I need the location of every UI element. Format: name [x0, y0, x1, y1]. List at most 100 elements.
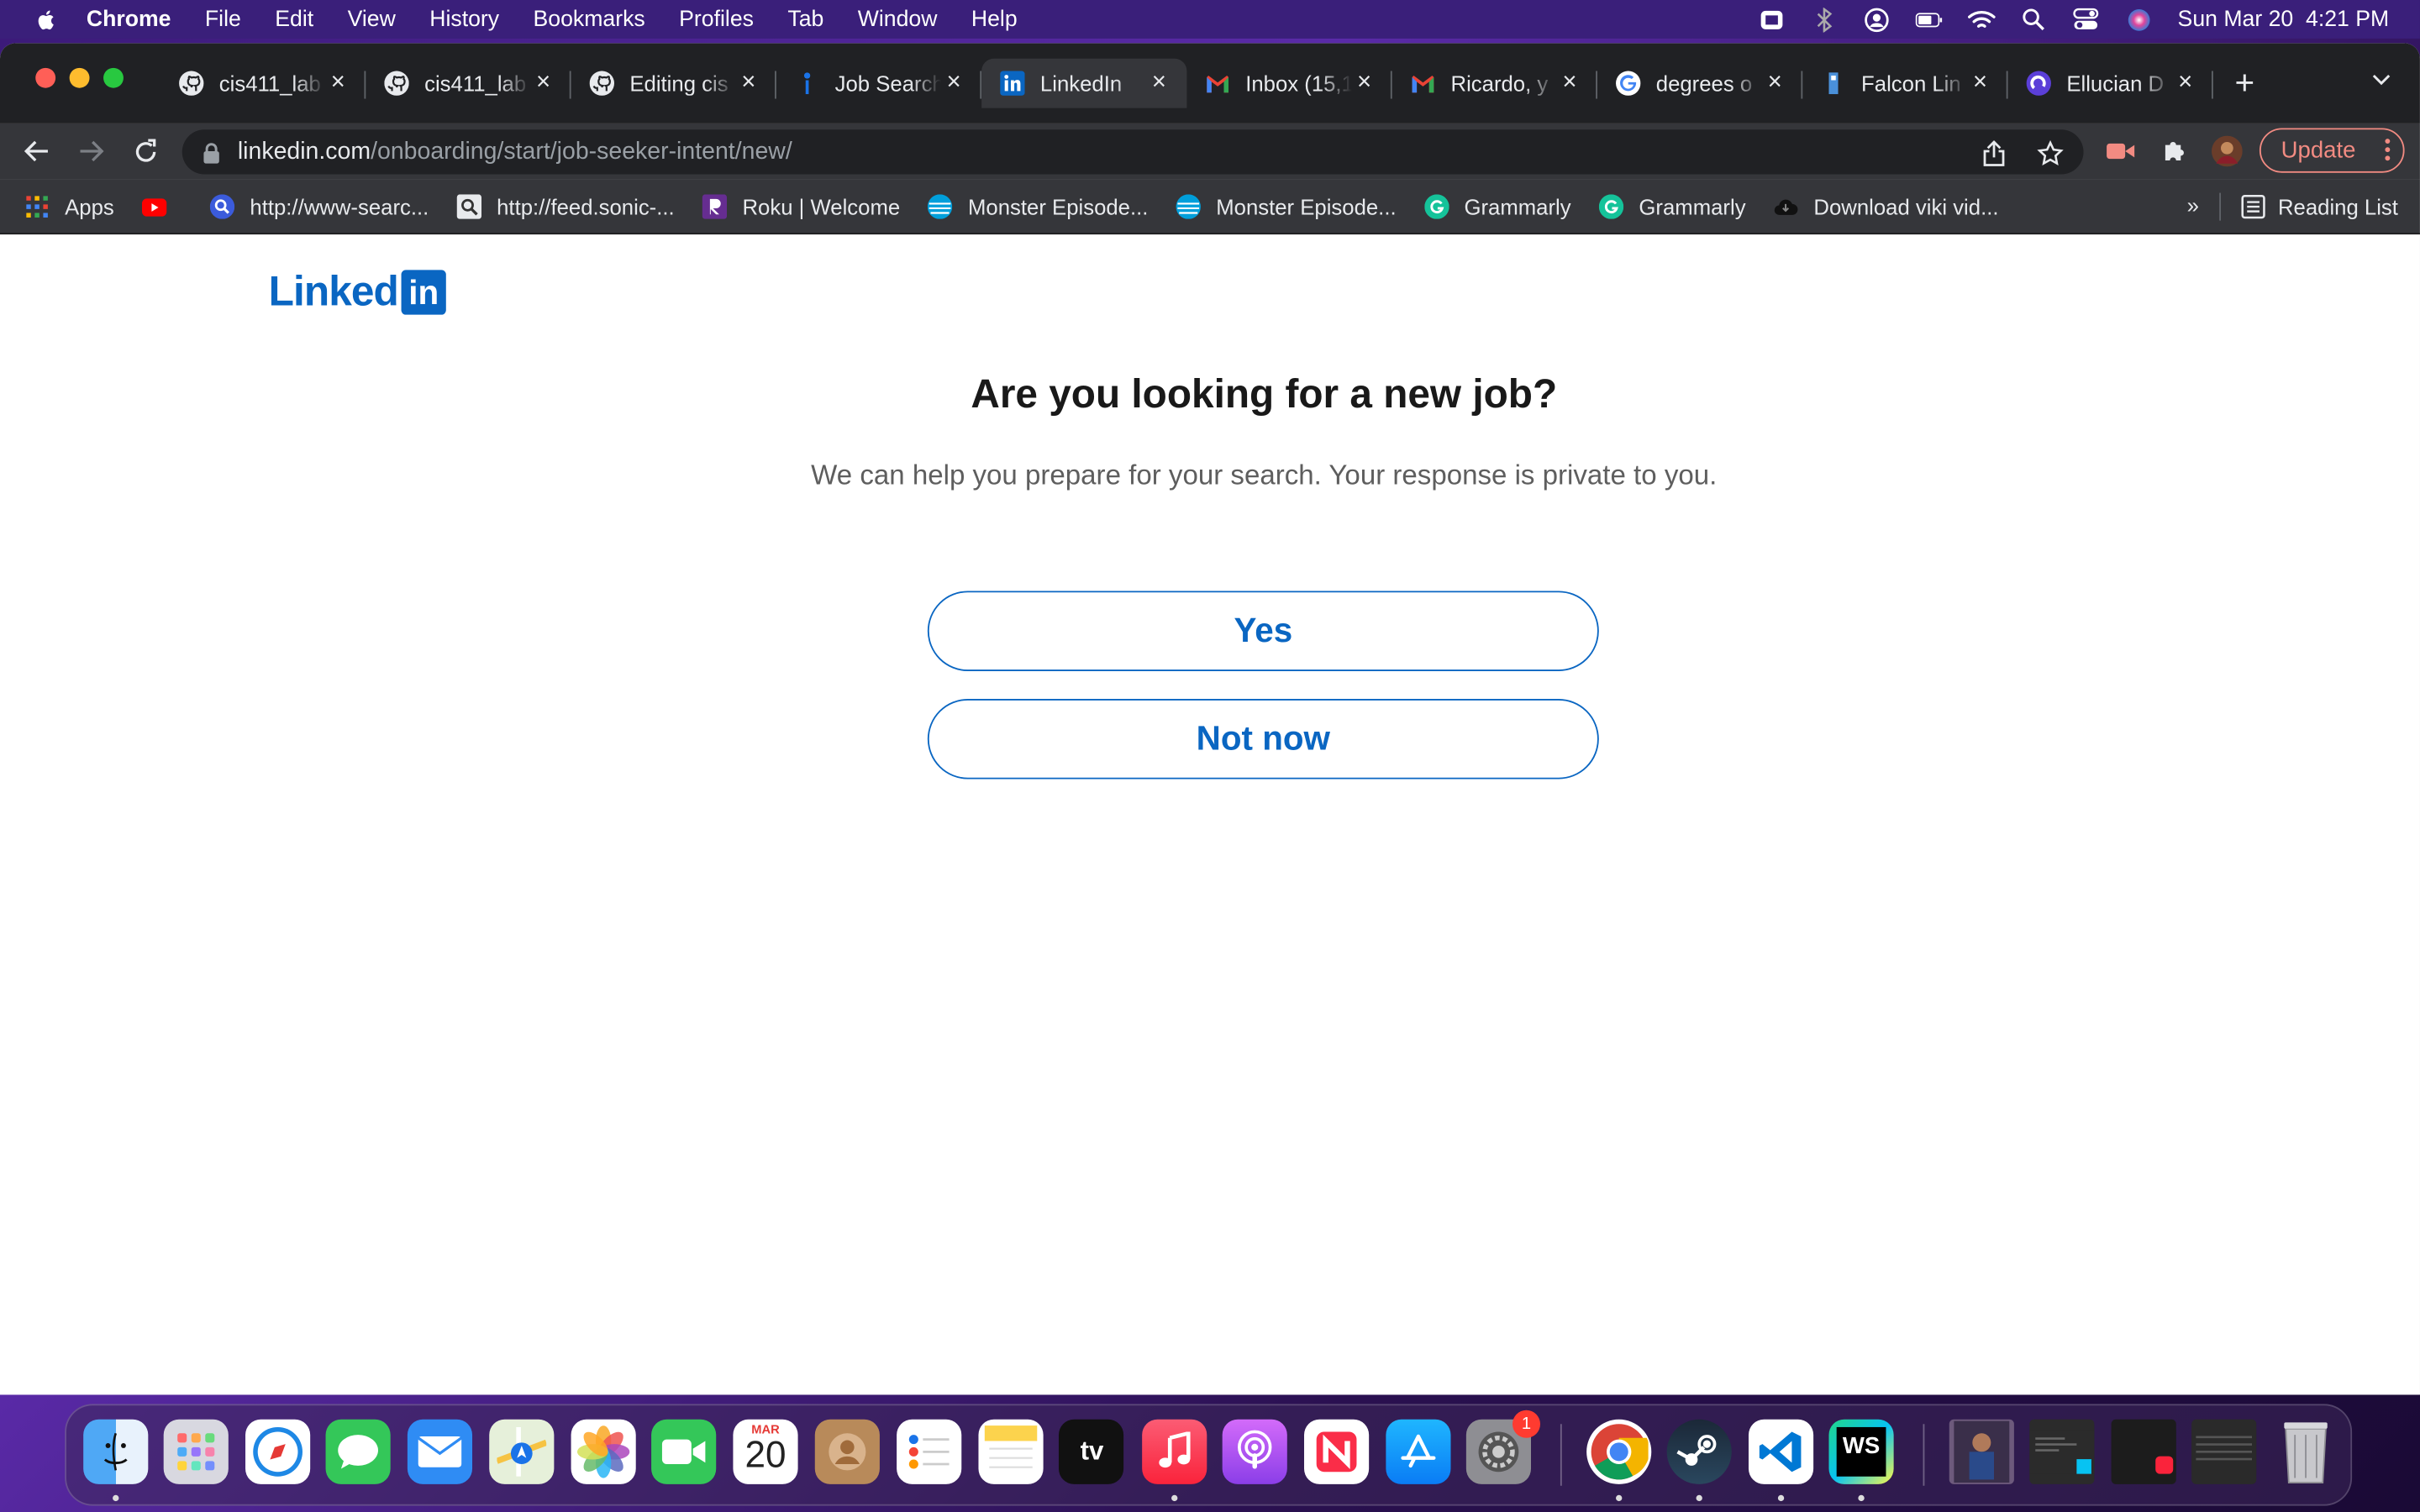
bluetooth-icon[interactable] [1810, 7, 1838, 32]
bookmark-www-search[interactable]: http://www-searc... [209, 194, 429, 219]
music-icon[interactable] [1142, 1419, 1207, 1484]
minimize-window-button[interactable] [69, 67, 90, 88]
close-tab-icon[interactable]: × [531, 70, 555, 97]
contacts-icon[interactable] [814, 1419, 880, 1484]
close-tab-icon[interactable]: × [326, 70, 350, 97]
tab-github-2[interactable]: cis411_lab × [366, 59, 571, 108]
close-tab-icon[interactable]: × [736, 70, 760, 97]
siri-icon[interactable] [2125, 7, 2153, 31]
maps-icon[interactable] [489, 1419, 555, 1484]
menu-profiles[interactable]: Profiles [679, 7, 754, 31]
bookmark-apps[interactable]: Apps [24, 194, 114, 219]
address-bar[interactable]: linkedin.com/onboarding/start/job-seeker… [182, 129, 2084, 175]
apple-tv-icon[interactable]: tv [1058, 1419, 1124, 1484]
screen-share-icon[interactable] [1758, 7, 1786, 31]
close-tab-icon[interactable]: × [1352, 70, 1376, 97]
finder-icon[interactable] [83, 1419, 149, 1484]
webstorm-icon[interactable]: WS [1828, 1419, 1894, 1484]
yes-button[interactable]: Yes [927, 591, 1599, 671]
tab-gmail-ricardo[interactable]: Ricardo, y × [1392, 59, 1597, 108]
close-tab-icon[interactable]: × [2173, 70, 2197, 97]
logo-wordmark: Linked [268, 268, 399, 315]
app-store-icon[interactable] [1386, 1419, 1451, 1484]
menu-window[interactable]: Window [858, 7, 938, 31]
menu-file[interactable]: File [205, 7, 241, 31]
battery-icon[interactable] [1915, 7, 1943, 31]
bookmark-star-icon[interactable] [2034, 139, 2065, 166]
close-tab-icon[interactable]: × [1763, 70, 1787, 97]
video-extension-icon[interactable] [2105, 136, 2136, 167]
reading-list-button[interactable]: Reading List [2241, 179, 2398, 234]
calendar-icon[interactable]: MAR 20 [733, 1419, 798, 1484]
bookmark-download-viki[interactable]: Download viki vid... [1774, 194, 1998, 219]
close-tab-icon[interactable]: × [1557, 70, 1581, 97]
close-tab-icon[interactable]: × [1147, 70, 1171, 97]
minimized-window-browser[interactable] [2191, 1419, 2257, 1484]
bookmark-grammarly-2[interactable]: Grammarly [1598, 194, 1746, 219]
notes-icon[interactable] [978, 1419, 1044, 1484]
fullscreen-window-button[interactable] [103, 67, 124, 88]
photos-icon[interactable] [571, 1419, 636, 1484]
facetime-icon[interactable] [651, 1419, 717, 1484]
tab-linkedin[interactable]: LinkedIn × [981, 58, 1187, 108]
menu-app-name[interactable]: Chrome [87, 7, 171, 31]
new-tab-button[interactable]: + [2235, 63, 2255, 103]
trash-icon[interactable] [2273, 1420, 2338, 1484]
messages-icon[interactable] [325, 1419, 391, 1484]
close-tab-icon[interactable]: × [941, 70, 965, 97]
menu-view[interactable]: View [348, 7, 396, 31]
close-window-button[interactable] [35, 67, 56, 88]
chrome-menu-icon[interactable] [2385, 137, 2391, 166]
reminders-icon[interactable] [897, 1419, 962, 1484]
share-icon[interactable] [1979, 139, 2010, 166]
back-button[interactable] [22, 136, 53, 167]
wifi-icon[interactable] [1967, 7, 1996, 31]
tab-job-search[interactable]: Job Search × [776, 59, 982, 108]
mail-icon[interactable] [407, 1419, 473, 1484]
not-now-button[interactable]: Not now [927, 699, 1599, 780]
bookmark-monster-1[interactable]: Monster Episode... [928, 194, 1148, 219]
bookmark-roku[interactable]: Roku | Welcome [702, 194, 900, 219]
podcasts-icon[interactable] [1222, 1419, 1287, 1484]
tab-github-1[interactable]: cis411_lab × [160, 59, 366, 108]
vscode-icon[interactable] [1748, 1419, 1814, 1484]
steam-icon[interactable] [1666, 1419, 1732, 1484]
menu-history[interactable]: History [429, 7, 499, 31]
system-preferences-icon[interactable]: 1 [1465, 1410, 1541, 1484]
chrome-update-button[interactable]: Update [2259, 128, 2405, 173]
spotlight-search-icon[interactable] [2020, 7, 2048, 31]
extensions-puzzle-icon[interactable] [2160, 136, 2191, 167]
tab-search-dropdown-icon[interactable] [2370, 68, 2392, 92]
chrome-icon[interactable] [1586, 1419, 1652, 1484]
tab-gmail-inbox[interactable]: Inbox (15,1 × [1186, 59, 1392, 108]
menu-edit[interactable]: Edit [275, 7, 313, 31]
lock-icon[interactable] [201, 141, 223, 163]
close-tab-icon[interactable]: × [1968, 70, 1992, 97]
control-center-icon[interactable] [2073, 7, 2101, 31]
tab-github-editing[interactable]: Editing cis × [571, 59, 776, 108]
reload-button[interactable] [129, 136, 160, 167]
minimized-window-webstorm[interactable] [2029, 1419, 2095, 1484]
bookmark-youtube[interactable] [141, 194, 182, 218]
bookmark-grammarly-1[interactable]: Grammarly [1423, 194, 1571, 219]
safari-icon[interactable] [245, 1419, 311, 1484]
tab-google-search[interactable]: degrees o × [1597, 59, 1803, 108]
menu-bookmarks[interactable]: Bookmarks [534, 7, 645, 31]
menu-help[interactable]: Help [971, 7, 1018, 31]
launchpad-icon[interactable] [163, 1419, 229, 1484]
news-icon[interactable] [1304, 1419, 1370, 1484]
profile-avatar[interactable] [2211, 135, 2243, 167]
bookmark-monster-2[interactable]: Monster Episode... [1176, 194, 1397, 219]
bookmark-feed-sonic[interactable]: http://feed.sonic-... [456, 194, 675, 219]
tab-ellucian[interactable]: Ellucian D × [2008, 59, 2213, 108]
clock[interactable]: Sun Mar 20 4:21 PM [2178, 7, 2390, 31]
forward-button[interactable] [76, 136, 107, 167]
linkedin-logo[interactable]: Linked in [269, 269, 446, 317]
apple-menu-icon[interactable] [34, 7, 58, 31]
user-account-icon[interactable] [1863, 7, 1891, 32]
more-bookmarks-button[interactable]: » [2187, 193, 2199, 218]
tab-falcon-link[interactable]: Falcon Lin × [1802, 59, 2008, 108]
minimized-window-music[interactable] [2111, 1419, 2176, 1484]
downloads-stack-icon[interactable] [1949, 1419, 2014, 1484]
menu-tab[interactable]: Tab [787, 7, 823, 31]
